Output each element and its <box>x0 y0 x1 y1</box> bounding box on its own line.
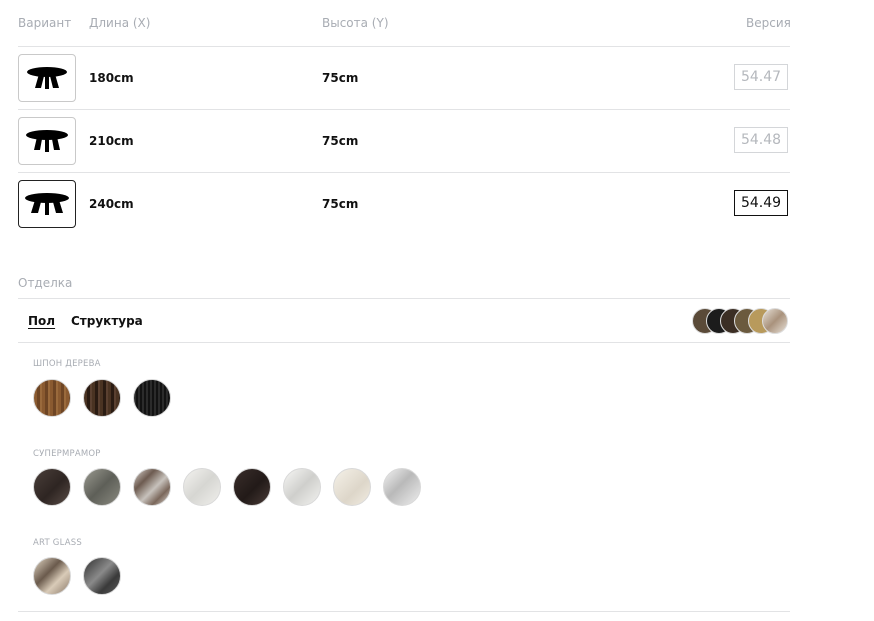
header-length: Длина (X) <box>89 16 151 30</box>
swatch-wood-black[interactable] <box>133 379 171 417</box>
table-icon <box>25 193 69 215</box>
variant-thumbnail-240[interactable] <box>18 180 76 228</box>
swatch-marble-dark[interactable] <box>233 468 271 506</box>
group-label-art-glass: ART GLASS <box>33 538 82 548</box>
header-variant: Вариант <box>18 16 72 30</box>
tab-structure[interactable]: Структура <box>71 314 143 328</box>
divider <box>18 298 790 299</box>
swatch-glass-dark[interactable] <box>83 557 121 595</box>
divider <box>18 172 790 173</box>
row-height: 75cm <box>322 71 359 85</box>
variant-thumbnail-180[interactable] <box>18 54 76 102</box>
swatch-marble-white-grey[interactable] <box>283 468 321 506</box>
version-button-54-47[interactable]: 54.47 <box>734 64 788 90</box>
header-height: Высота (Y) <box>322 16 389 30</box>
variant-thumbnail-210[interactable] <box>18 117 76 165</box>
finish-preview-swatch <box>762 308 788 334</box>
header-version: Версия <box>746 16 791 30</box>
divider <box>18 342 790 343</box>
swatch-marble-dark-brown[interactable] <box>33 468 71 506</box>
swatch-wood-dark[interactable] <box>83 379 121 417</box>
table-icon <box>27 67 67 89</box>
row-length: 180cm <box>89 71 134 85</box>
swatch-marble-white-silver[interactable] <box>383 468 421 506</box>
row-length: 240cm <box>89 197 134 211</box>
divider <box>18 109 790 110</box>
group-label-wood: ШПОН ДЕРЕВА <box>33 359 101 369</box>
swatch-marble-grey-green[interactable] <box>83 468 121 506</box>
divider <box>18 46 790 47</box>
swatch-glass-light[interactable] <box>33 557 71 595</box>
tab-floor[interactable]: Пол <box>28 314 55 328</box>
swatch-marble-patterned[interactable] <box>133 468 171 506</box>
row-height: 75cm <box>322 197 359 211</box>
finish-title: Отделка <box>18 276 73 290</box>
row-length: 210cm <box>89 134 134 148</box>
version-button-54-49[interactable]: 54.49 <box>734 190 788 216</box>
group-label-supermarble: СУПЕРМРАМОР <box>33 449 101 459</box>
table-icon <box>26 130 68 152</box>
row-height: 75cm <box>322 134 359 148</box>
swatch-marble-cream[interactable] <box>333 468 371 506</box>
divider <box>18 611 790 612</box>
swatch-marble-white-veined[interactable] <box>183 468 221 506</box>
version-button-54-48[interactable]: 54.48 <box>734 127 788 153</box>
swatch-wood-light[interactable] <box>33 379 71 417</box>
